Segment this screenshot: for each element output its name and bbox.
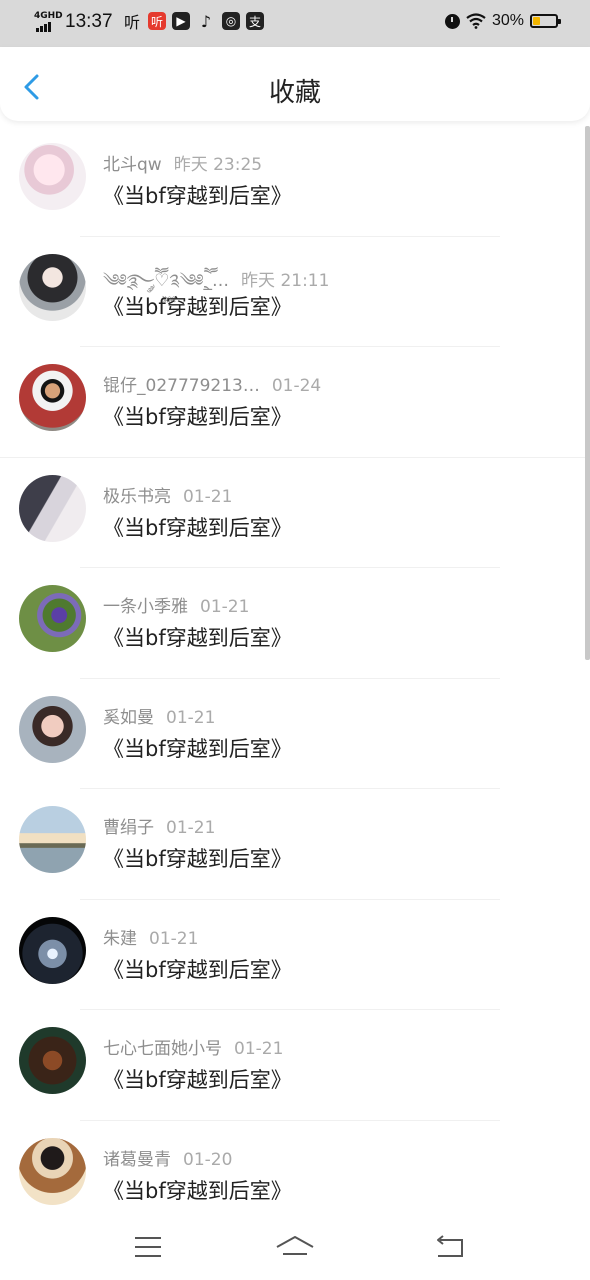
item-meta: 北斗qw 昨天 23:25 bbox=[103, 150, 262, 175]
scrollbar[interactable] bbox=[585, 126, 590, 660]
page-title: 收藏 bbox=[268, 78, 321, 108]
favorite-item[interactable]: ༄༅྄࿐ཽ༘♡༉࿆༄༅྄ཽ_… 昨天 21:11 《当bf穿越到后室》 bbox=[0, 237, 590, 347]
avatar[interactable] bbox=[19, 364, 86, 431]
menu-icon[interactable] bbox=[128, 1232, 168, 1262]
favorite-item[interactable]: 诸葛曼青 01-20 《当bf穿越到后室》 bbox=[0, 1121, 590, 1217]
favorite-item[interactable]: 七心七面她小号 01-21 《当bf穿越到后室》 bbox=[0, 1010, 590, 1121]
favorite-item[interactable]: 曹绢子 01-21 《当bf穿越到后室》 bbox=[0, 789, 590, 900]
timestamp: 昨天 21:11 bbox=[241, 270, 330, 291]
video-app-icon: ▶ bbox=[172, 12, 190, 30]
page-header: 收藏 bbox=[0, 47, 590, 121]
timestamp: 01-21 bbox=[166, 818, 216, 838]
timestamp: 01-20 bbox=[183, 1149, 233, 1170]
favorite-title[interactable]: 《当bf穿越到后室》 bbox=[103, 401, 292, 431]
avatar[interactable] bbox=[19, 253, 86, 321]
status-bar: 4GHD 13:37 听 听 ▶ ♪ ◎ 支 30% bbox=[0, 0, 590, 47]
alipay-icon: 支 bbox=[246, 12, 264, 30]
username[interactable]: ༄༅྄࿐ཽ༘♡༉࿆༄༅྄ཽ_… bbox=[103, 271, 229, 291]
avatar[interactable] bbox=[19, 916, 86, 984]
username[interactable]: 诸葛曼青 bbox=[103, 1150, 171, 1170]
favorite-title[interactable]: 《当bf穿越到后室》 bbox=[103, 1064, 292, 1094]
favorite-title[interactable]: 《当bf穿越到后室》 bbox=[103, 622, 292, 652]
favorite-item[interactable]: 极乐书亮 01-21 《当bf穿越到后室》 bbox=[0, 458, 590, 568]
item-meta: 锟仔_027779213… 01-24 bbox=[103, 371, 321, 396]
favorite-item[interactable]: 北斗qw 昨天 23:25 《当bf穿越到后室》 bbox=[0, 126, 590, 237]
timestamp: 01-21 bbox=[200, 597, 250, 617]
item-meta: 一条小季雅 01-21 bbox=[103, 592, 249, 617]
battery-percent: 30% bbox=[491, 12, 524, 29]
notification-icons: 听 听 ▶ ♪ ◎ 支 bbox=[122, 11, 264, 32]
avatar[interactable] bbox=[19, 474, 86, 542]
favorite-title[interactable]: 《当bf穿越到后室》 bbox=[103, 954, 292, 984]
favorite-title[interactable]: 《当bf穿越到后室》 bbox=[103, 291, 292, 321]
timestamp: 01-21 bbox=[183, 486, 233, 507]
favorite-item[interactable]: 朱建 01-21 《当bf穿越到后室》 bbox=[0, 900, 590, 1010]
avatar[interactable] bbox=[19, 585, 86, 652]
wifi-icon bbox=[466, 13, 486, 29]
timestamp: 01-21 bbox=[166, 707, 216, 728]
favorite-title[interactable]: 《当bf穿越到后室》 bbox=[103, 733, 292, 763]
item-meta: 曹绢子 01-21 bbox=[103, 813, 215, 838]
avatar[interactable] bbox=[19, 143, 86, 210]
favorite-title[interactable]: 《当bf穿越到后室》 bbox=[103, 512, 292, 542]
username[interactable]: 极乐书亮 bbox=[103, 487, 171, 507]
avatar[interactable] bbox=[19, 806, 86, 873]
home-icon[interactable] bbox=[275, 1232, 315, 1262]
favorite-item[interactable]: 一条小季雅 01-21 《当bf穿越到后室》 bbox=[0, 568, 590, 679]
favorite-item[interactable]: 锟仔_027779213… 01-24 《当bf穿越到后室》 bbox=[0, 347, 590, 458]
avatar[interactable] bbox=[19, 1137, 86, 1205]
network-type: 4GHD bbox=[34, 11, 63, 21]
item-meta: 极乐书亮 01-21 bbox=[103, 482, 232, 507]
timestamp: 01-24 bbox=[271, 376, 322, 396]
tiktok-icon: ♪ bbox=[200, 11, 212, 31]
listen-app-icon: 听 bbox=[123, 13, 140, 32]
item-meta: 朱建 01-21 bbox=[103, 924, 198, 949]
alarm-icon bbox=[444, 13, 460, 29]
clock: 13:37 bbox=[65, 11, 113, 32]
battery-icon bbox=[530, 14, 561, 28]
back-icon[interactable] bbox=[430, 1232, 470, 1262]
favorite-title[interactable]: 《当bf穿越到后室》 bbox=[103, 843, 292, 873]
username[interactable]: 奚如曼 bbox=[103, 708, 154, 728]
username[interactable]: 北斗qw bbox=[103, 155, 162, 175]
username[interactable]: 朱建 bbox=[103, 929, 137, 949]
favorite-title[interactable]: 《当bf穿越到后室》 bbox=[103, 1175, 292, 1205]
timestamp: 01-21 bbox=[149, 928, 199, 949]
timestamp: 昨天 23:25 bbox=[173, 155, 263, 175]
item-meta: 七心七面她小号 01-21 bbox=[103, 1034, 283, 1059]
username[interactable]: 锟仔_027779213… bbox=[103, 376, 260, 396]
listen-red-app-icon: 听 bbox=[148, 12, 166, 30]
avatar[interactable] bbox=[19, 1027, 86, 1094]
username[interactable]: 七心七面她小号 bbox=[103, 1039, 222, 1059]
item-meta: 诸葛曼青 01-20 bbox=[103, 1145, 232, 1170]
avatar[interactable] bbox=[19, 695, 86, 763]
favorite-title[interactable]: 《当bf穿越到后室》 bbox=[103, 180, 292, 210]
favorite-item[interactable]: 奚如曼 01-21 《当bf穿越到后室》 bbox=[0, 679, 590, 789]
item-meta: 奚如曼 01-21 bbox=[103, 703, 215, 728]
signal-icon bbox=[36, 22, 51, 32]
chat-app-icon: ◎ bbox=[222, 12, 240, 30]
favorites-list[interactable]: 北斗qw 昨天 23:25 《当bf穿越到后室》 ༄༅྄࿐ཽ༘♡༉࿆༄༅྄ཽ_… 昨天 … bbox=[0, 126, 590, 1216]
timestamp: 01-21 bbox=[234, 1039, 284, 1059]
username[interactable]: 一条小季雅 bbox=[103, 597, 188, 617]
username[interactable]: 曹绢子 bbox=[103, 818, 154, 838]
system-nav-bar bbox=[0, 1216, 590, 1280]
